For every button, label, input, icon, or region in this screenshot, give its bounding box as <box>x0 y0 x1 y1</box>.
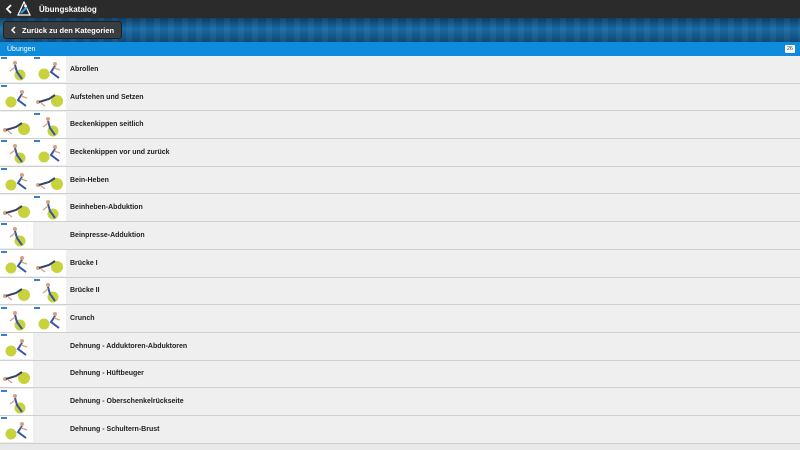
exercise-label: Beinheben-Abduktion <box>70 204 143 212</box>
list-item[interactable]: Dehnung - Oberschenkelrückseite <box>0 388 800 416</box>
exercise-figure-icon <box>33 306 66 332</box>
exercise-thumbnail <box>0 305 66 332</box>
chevron-left-icon <box>10 26 16 34</box>
list-item[interactable]: Brücke II <box>0 277 800 306</box>
exercise-label: Aufstehen und Setzen <box>70 93 144 101</box>
exercise-figure-icon <box>0 222 33 248</box>
section-title: Übungen <box>7 45 36 53</box>
exercise-figure-icon <box>0 195 33 221</box>
exercise-thumbnail <box>0 360 33 387</box>
exercise-figure-icon <box>0 139 33 165</box>
exercise-figure-icon <box>0 278 33 304</box>
exercise-figure-icon <box>0 416 33 442</box>
exercise-label: Bein-Heben <box>70 176 109 184</box>
exercise-thumbnail <box>0 84 66 111</box>
list-item[interactable]: Beckenkippen seitlich <box>0 111 800 140</box>
exercise-figure-icon <box>33 112 66 138</box>
top-app-bar: Übungskatalog <box>0 0 800 18</box>
exercise-list: Abrollen Aufstehen und Setzen Beckenkippen… <box>0 56 800 450</box>
list-item[interactable]: Abrollen <box>0 56 800 84</box>
exercise-figure-icon <box>0 56 33 82</box>
exercise-thumbnail <box>0 194 66 221</box>
exercise-label: Dehnung - Oberschenkelrückseite <box>70 398 184 406</box>
list-item[interactable]: Dehnung - Schultern-Brust <box>0 415 800 444</box>
exercise-thumbnail <box>0 222 33 249</box>
exercise-figure-icon <box>0 361 33 387</box>
exercise-figure-icon <box>33 250 66 276</box>
exercise-figure-icon <box>33 278 66 304</box>
exercise-figure-icon <box>33 195 66 221</box>
exercise-figure-icon <box>33 139 66 165</box>
list-item[interactable]: Beinpresse-Adduktion <box>0 222 800 250</box>
list-item[interactable]: Aufstehen und Setzen <box>0 83 800 112</box>
exercise-thumbnail <box>0 250 66 277</box>
exercise-label: Crunch <box>70 315 95 323</box>
exercise-figure-icon <box>33 167 66 193</box>
exercise-figure-icon <box>33 56 66 82</box>
exercise-thumbnail <box>0 277 66 304</box>
exercise-thumbnail <box>0 139 66 166</box>
list-item[interactable]: Bein-Heben <box>0 166 800 195</box>
exercise-thumbnail <box>0 167 66 194</box>
list-item[interactable]: Beinheben-Abduktion <box>0 194 800 223</box>
page-title: Übungskatalog <box>39 4 97 14</box>
exercise-thumbnail <box>0 333 33 360</box>
exercise-figure-icon <box>0 84 33 110</box>
exercise-thumbnail <box>0 388 33 415</box>
exercise-label: Dehnung - Hüftbeuger <box>70 370 144 378</box>
exercise-label: Brücke II <box>70 287 100 295</box>
header-banner: Zurück zu den Kategorien <box>0 18 800 42</box>
exercise-figure-icon <box>33 84 66 110</box>
exercise-figure-icon <box>0 333 33 359</box>
exercise-label: Dehnung - Adduktoren-Abduktoren <box>70 342 188 350</box>
section-header: Übungen 26 <box>0 42 800 56</box>
exercise-figure-icon <box>0 112 33 138</box>
list-item[interactable]: Dehnung - Hüftbeuger <box>0 360 800 389</box>
exercise-figure-icon <box>0 389 33 415</box>
list-item[interactable]: Brücke I <box>0 249 800 278</box>
exercise-thumbnail <box>0 111 66 138</box>
count-badge: 26 <box>784 45 795 53</box>
app-logo-icon <box>16 0 32 17</box>
exercise-thumbnail <box>0 416 33 443</box>
exercise-figure-icon <box>0 250 33 276</box>
exercise-label: Brücke I <box>70 259 98 267</box>
exercise-label: Dehnung - Schultern-Brust <box>70 425 160 433</box>
list-item[interactable]: Crunch <box>0 305 800 333</box>
exercise-label: Beinpresse-Adduktion <box>70 231 145 239</box>
back-to-categories-label: Zurück zu den Kategorien <box>22 25 115 35</box>
back-to-categories-button[interactable]: Zurück zu den Kategorien <box>3 21 123 39</box>
list-item[interactable]: Beckenkippen vor und zurück <box>0 139 800 167</box>
exercise-label: Beckenkippen vor und zurück <box>70 148 170 156</box>
back-chevron-icon[interactable] <box>3 0 13 18</box>
exercise-label: Beckenkippen seitlich <box>70 121 144 129</box>
exercise-figure-icon <box>0 306 33 332</box>
exercise-figure-icon <box>0 167 33 193</box>
list-item[interactable]: Dehnung - Adduktoren-Abduktoren <box>0 332 800 361</box>
exercise-thumbnail <box>0 56 66 83</box>
exercise-label: Abrollen <box>70 65 99 73</box>
